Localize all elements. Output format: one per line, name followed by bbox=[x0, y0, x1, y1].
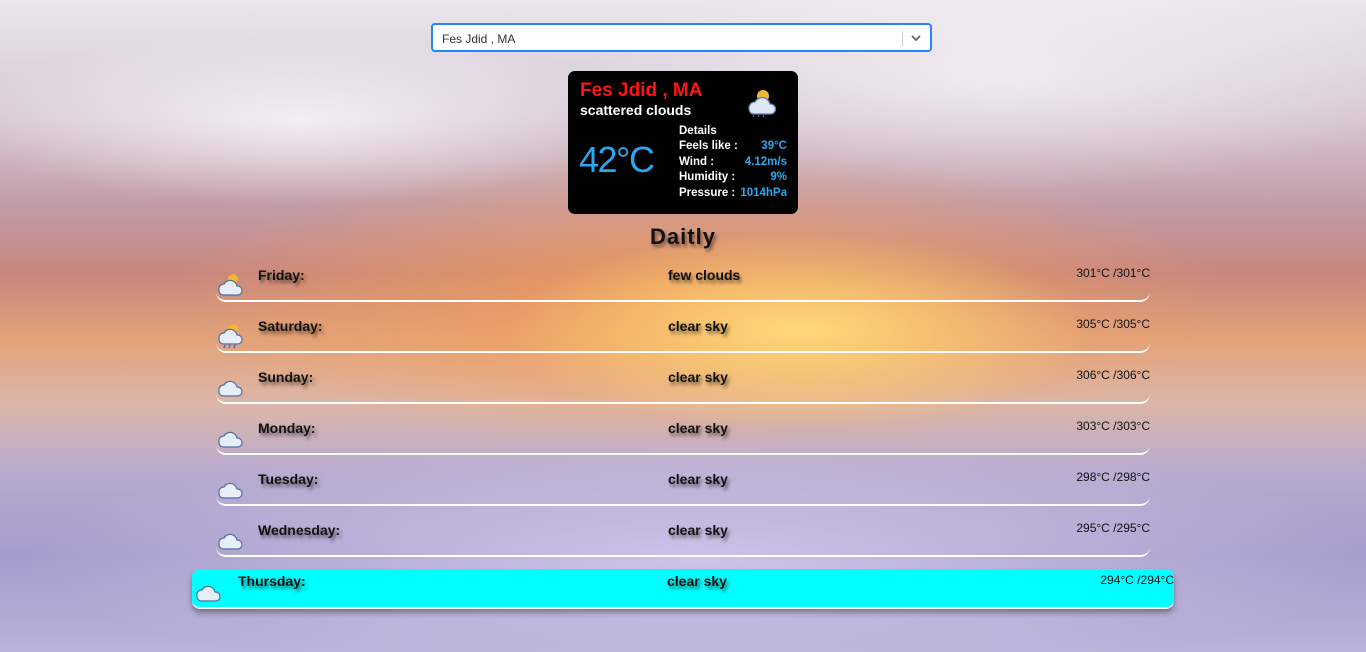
detail-value: 1014hPa bbox=[740, 186, 787, 199]
day-name: Monday: bbox=[258, 420, 316, 436]
cloud-icon bbox=[218, 431, 243, 448]
cloud-icon bbox=[196, 585, 221, 602]
day-name: Sunday: bbox=[258, 369, 314, 385]
detail-label: Feels like : bbox=[679, 140, 738, 152]
detail-humidity: Humidity : 9% bbox=[679, 171, 787, 187]
day-name: Thursday: bbox=[238, 573, 306, 589]
day-description: clear sky bbox=[668, 522, 728, 538]
day-name: Tuesday: bbox=[258, 471, 319, 487]
forecast-row-thursday[interactable]: Thursday: clear sky 294°C /294°C bbox=[192, 569, 1174, 609]
day-description: clear sky bbox=[668, 471, 728, 487]
day-description: clear sky bbox=[667, 573, 727, 589]
current-weather-card: Fes Jdid , MA scattered clouds 42°C Deta… bbox=[568, 71, 798, 214]
forecast-row-saturday[interactable]: Saturday: clear sky 305°C /305°C bbox=[216, 313, 1150, 353]
forecast-row-sunday[interactable]: Sunday: clear sky 306°C /306°C bbox=[216, 364, 1150, 404]
chevron-down-icon[interactable] bbox=[908, 30, 924, 46]
day-temperature: 301°C /301°C bbox=[1076, 266, 1150, 280]
select-separator bbox=[902, 31, 903, 46]
cloud-icon bbox=[218, 533, 243, 550]
day-description: few clouds bbox=[668, 267, 741, 283]
detail-wind: Wind : 4.12m/s bbox=[679, 156, 787, 172]
cloud-icon bbox=[218, 482, 243, 499]
day-name: Saturday: bbox=[258, 318, 323, 334]
detail-pressure: Pressure : 1014hPa bbox=[679, 187, 787, 203]
current-description: scattered clouds bbox=[580, 102, 692, 118]
city-select[interactable]: Fes Jdid , MA bbox=[431, 23, 932, 52]
detail-value: 9% bbox=[770, 171, 787, 183]
day-temperature: 295°C /295°C bbox=[1076, 521, 1150, 535]
city-select-value: Fes Jdid , MA bbox=[442, 32, 516, 46]
day-temperature: 294°C /294°C bbox=[1100, 573, 1174, 587]
detail-label: Wind : bbox=[679, 155, 715, 168]
detail-label: Humidity : bbox=[679, 171, 736, 183]
day-name: Wednesday: bbox=[258, 522, 341, 538]
day-temperature: 303°C /303°C bbox=[1076, 419, 1150, 433]
current-city: Fes Jdid , MA bbox=[580, 80, 703, 101]
forecast-row-tuesday[interactable]: Tuesday: clear sky 298°C /298°C bbox=[216, 466, 1150, 506]
forecast-row-friday[interactable]: Friday: few clouds 301°C /301°C bbox=[216, 262, 1150, 302]
day-temperature: 306°C /306°C bbox=[1076, 368, 1150, 382]
detail-value: 39°C bbox=[761, 140, 787, 152]
details-title: Details bbox=[679, 125, 717, 137]
scattered-clouds-sun-icon bbox=[748, 90, 777, 117]
detail-feels-like: Feels like : 39°C bbox=[679, 140, 787, 156]
day-temperature: 298°C /298°C bbox=[1076, 470, 1150, 484]
day-name: Friday: bbox=[258, 267, 305, 283]
day-description: clear sky bbox=[668, 318, 728, 334]
current-temperature: 42°C bbox=[579, 139, 655, 180]
day-description: clear sky bbox=[668, 369, 728, 385]
day-temperature: 305°C /305°C bbox=[1076, 317, 1150, 331]
cloud-icon bbox=[218, 380, 243, 397]
details-panel: Details Feels like : 39°C Wind : 4.12m/s… bbox=[679, 125, 787, 202]
forecast-row-wednesday[interactable]: Wednesday: clear sky 295°C /295°C bbox=[216, 517, 1150, 557]
sun-cloud-rain-icon bbox=[218, 324, 243, 349]
detail-label: Pressure : bbox=[679, 186, 736, 199]
day-description: clear sky bbox=[668, 420, 728, 436]
detail-value: 4.12m/s bbox=[744, 155, 787, 168]
section-title: Daitly bbox=[650, 224, 716, 249]
forecast-row-monday[interactable]: Monday: clear sky 303°C /303°C bbox=[216, 415, 1150, 455]
sun-cloud-icon bbox=[218, 274, 243, 296]
